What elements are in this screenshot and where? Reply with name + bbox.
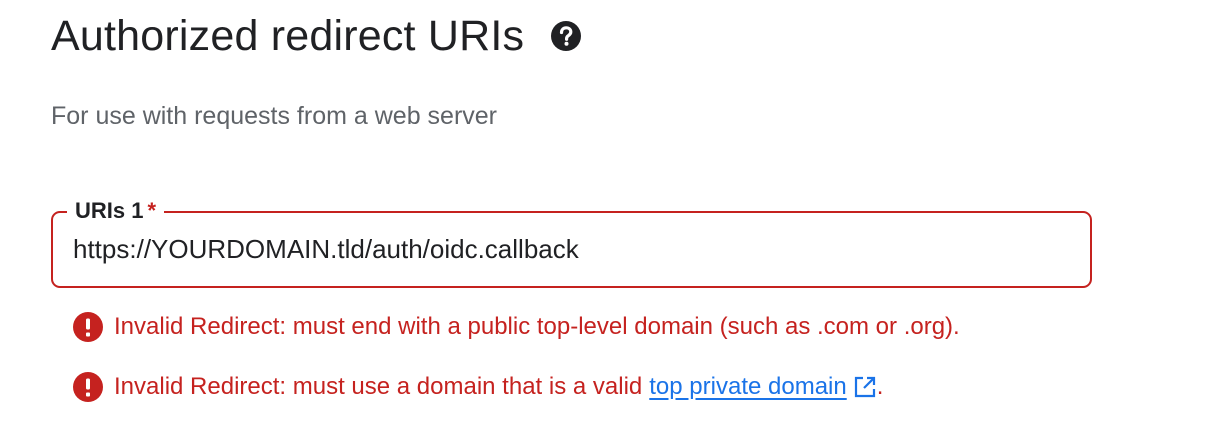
help-circle-icon[interactable] [550,20,582,52]
uri-field[interactable]: URIs 1 * [51,197,1092,288]
redirect-uris-section: Authorized redirect URIs For use with re… [0,0,1222,433]
error-text: Invalid Redirect: must end with a public… [114,313,960,340]
uri-field-label-text: URIs 1 [75,198,144,223]
uri-field-label: URIs 1 * [67,197,165,225]
top-private-domain-link[interactable]: top private domain [649,372,846,402]
error-icon [72,311,104,343]
section-title: Authorized redirect URIs [51,12,525,60]
required-marker: * [147,198,157,223]
uri-input[interactable] [73,233,1063,265]
error-icon [72,371,104,403]
error-text-end: . [876,373,884,400]
section-header: Authorized redirect URIs [51,10,582,62]
open-in-new-icon[interactable] [853,375,877,399]
error-message-private-domain: Invalid Redirect: must use a domain that… [72,371,883,403]
error-message-tld: Invalid Redirect: must end with a public… [72,311,960,343]
error-text: Invalid Redirect: must use a domain that… [114,373,643,400]
section-subtitle: For use with requests from a web server [51,102,497,130]
